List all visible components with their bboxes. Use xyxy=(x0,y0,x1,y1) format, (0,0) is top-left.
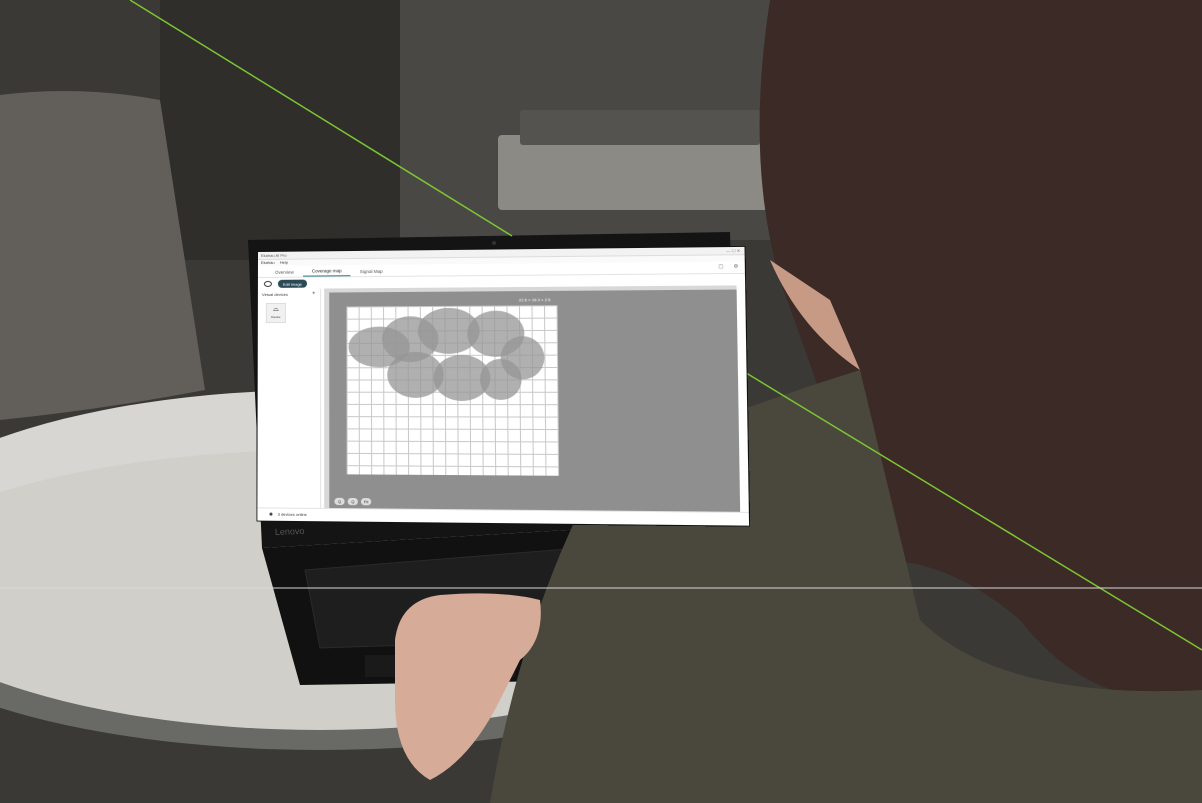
access-point-icon: ⌓ xyxy=(267,304,285,315)
tab-overview[interactable]: Overview xyxy=(266,270,303,277)
map-canvas[interactable]: 22.6 × 16.3 × 2.5 Q Q Fit xyxy=(324,285,740,512)
book-stack-top xyxy=(520,110,760,145)
fit-button[interactable]: Fit xyxy=(361,498,371,505)
device-tile[interactable]: ⌓ Device xyxy=(266,303,286,323)
window-title: Ekahau AI Pro xyxy=(261,253,287,258)
floor-plan[interactable] xyxy=(346,305,559,476)
zoom-out-button[interactable]: Q xyxy=(348,498,358,505)
window-controls[interactable]: — ☐ ✕ xyxy=(726,247,740,254)
webcam xyxy=(492,241,496,245)
sidebar: Virtual devices + ⌓ Device xyxy=(257,289,321,509)
laptop-screen-ui: Ekahau AI Pro — ☐ ✕ Ekahau Help Overview… xyxy=(257,247,749,526)
export-icon[interactable]: ▢ xyxy=(718,264,723,270)
menu-item-help[interactable]: Help xyxy=(280,260,288,265)
zoom-controls: Q Q Fit xyxy=(334,498,374,506)
tab-signal-map[interactable]: Signal Map xyxy=(351,269,392,276)
dimension-label: 22.6 × 16.3 × 2.5 xyxy=(519,297,551,302)
device-label: Device xyxy=(271,315,280,319)
tab-coverage-map[interactable]: Coverage map xyxy=(303,268,351,276)
settings-icon[interactable]: ⚙ xyxy=(734,264,739,270)
ruler-left xyxy=(324,288,329,509)
laptop-brand-text: Lenovo xyxy=(275,526,305,537)
zoom-in-button[interactable]: Q xyxy=(334,498,344,505)
coverage-area xyxy=(480,359,522,400)
status-text: 3 devices online xyxy=(278,512,307,517)
edit-image-button[interactable]: Edit image xyxy=(278,280,307,288)
sidebar-title: Virtual devices xyxy=(262,292,288,297)
sidebar-header: Virtual devices + xyxy=(258,289,320,301)
menu-item-ekahau[interactable]: Ekahau xyxy=(261,260,275,265)
add-device-icon[interactable]: + xyxy=(312,291,315,297)
shelf-panel xyxy=(160,0,400,260)
book-stack xyxy=(498,135,768,210)
tab-icons: ▢ ⚙ xyxy=(710,264,739,270)
status-dot-icon xyxy=(269,513,272,516)
eye-icon[interactable] xyxy=(264,281,272,287)
